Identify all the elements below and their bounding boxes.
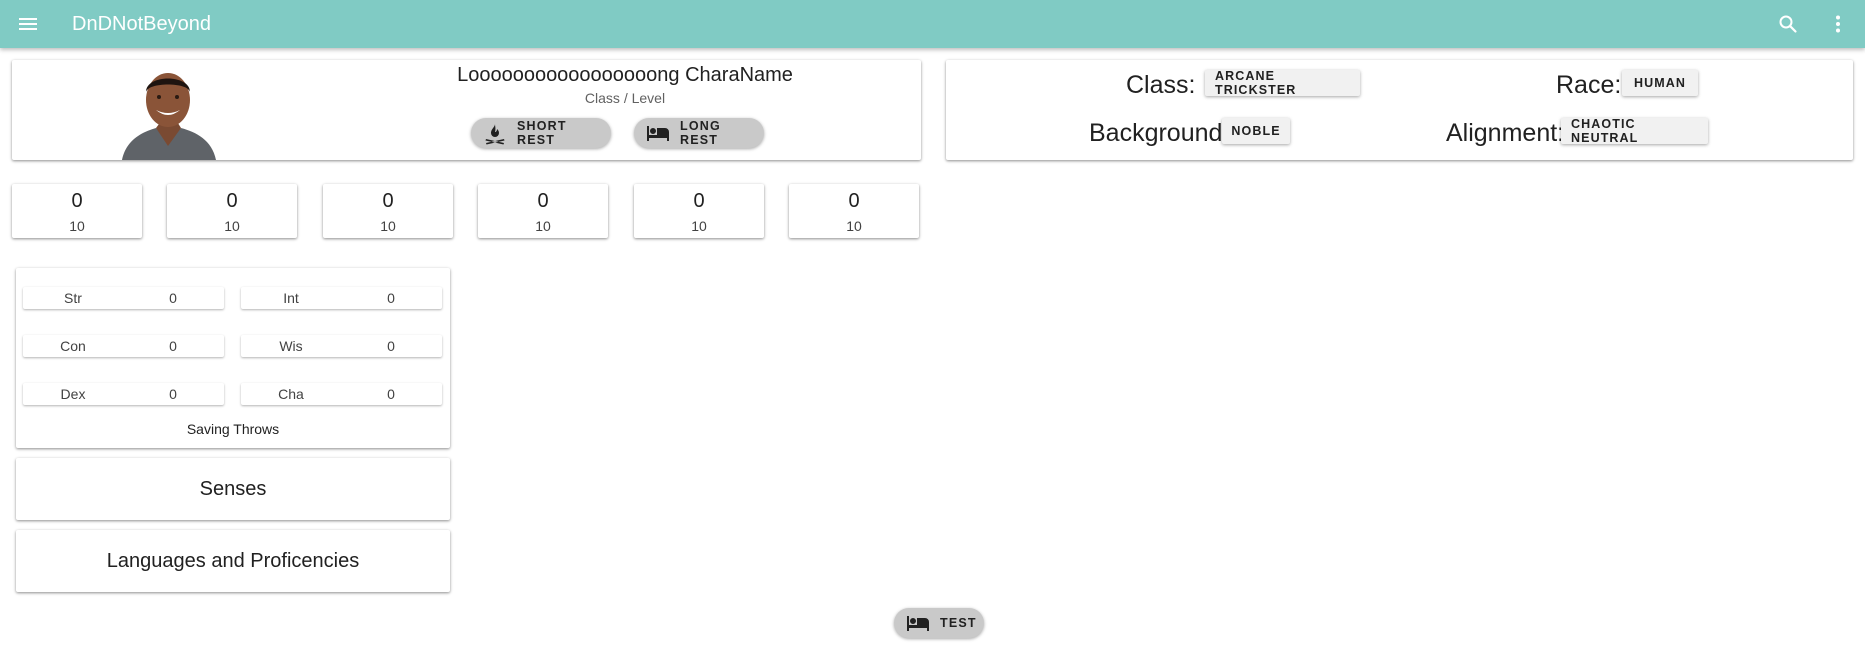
menu-icon[interactable] [16,12,40,36]
saving-throw-con[interactable]: Con 0 [23,335,224,357]
ability-card[interactable]: 0 10 [478,184,608,238]
app-title: DnDNotBeyond [72,13,211,35]
ability-card[interactable]: 0 10 [789,184,919,238]
ability-score: 10 [691,218,707,234]
saving-throw-wis[interactable]: Wis 0 [241,335,442,357]
saving-throw-value: 0 [387,338,395,354]
ability-score: 10 [224,218,240,234]
saving-throws-card: Str 0 Int 0 Con 0 Wis 0 Dex 0 Cha 0 Savi… [16,268,450,448]
languages-proficiencies-card[interactable]: Languages and Proficencies [16,530,450,592]
ability-score: 10 [846,218,862,234]
saving-throw-label: Str [64,290,82,306]
saving-throw-label: Cha [278,386,304,402]
saving-throw-value: 0 [169,386,177,402]
avatar [112,62,225,160]
ability-modifier: 0 [693,190,705,212]
senses-card[interactable]: Senses [16,458,450,520]
character-details-card: Class: ARCANE TRICKSTER Race: HUMAN Back… [946,60,1853,160]
saving-throw-label: Con [60,338,86,354]
short-rest-button[interactable]: SHORT REST [471,118,611,148]
bed-icon [907,616,929,631]
character-name: Looooooooooooooooong CharaName [457,64,793,86]
saving-throws-caption: Saving Throws [186,421,280,437]
ability-card[interactable]: 0 10 [167,184,297,238]
alignment-label: Alignment: [1446,119,1565,147]
background-button[interactable]: NOBLE [1222,118,1290,144]
ability-card[interactable]: 0 10 [634,184,764,238]
search-icon[interactable] [1776,12,1800,36]
ability-score: 10 [380,218,396,234]
ability-modifier: 0 [848,190,860,212]
saving-throw-dex[interactable]: Dex 0 [23,383,224,405]
background-label: Background: [1089,119,1230,147]
short-rest-label: SHORT REST [517,119,567,147]
ability-modifier: 0 [382,190,394,212]
long-rest-button[interactable]: LONG REST [634,118,764,148]
saving-throw-value: 0 [169,290,177,306]
ability-modifier: 0 [71,190,83,212]
character-class-level: Class / Level [584,90,666,106]
ability-score: 10 [535,218,551,234]
ability-card[interactable]: 0 10 [323,184,453,238]
long-rest-label: LONG REST [680,119,721,147]
saving-throw-value: 0 [387,290,395,306]
saving-throw-label: Wis [279,338,303,354]
saving-throw-int[interactable]: Int 0 [241,287,442,309]
more-vert-icon[interactable] [1826,12,1850,36]
ability-card[interactable]: 0 10 [12,184,142,238]
app-bar: DnDNotBeyond [0,0,1865,48]
race-button[interactable]: HUMAN [1622,70,1698,96]
class-button[interactable]: ARCANE TRICKSTER [1205,69,1360,97]
saving-throw-cha[interactable]: Cha 0 [241,383,442,405]
ability-modifier: 0 [537,190,549,212]
saving-throw-value: 0 [169,338,177,354]
campfire-icon [485,124,505,145]
ability-modifier: 0 [226,190,238,212]
bed-icon [647,126,669,141]
test-label: TEST [940,616,977,630]
test-button[interactable]: TEST [894,608,984,638]
class-label: Class: [1126,71,1196,99]
saving-throw-str[interactable]: Str 0 [23,287,224,309]
character-profile-card: Looooooooooooooooong CharaName Class / L… [12,60,921,160]
saving-throw-value: 0 [387,386,395,402]
ability-score: 10 [69,218,85,234]
race-label: Race: [1556,71,1622,99]
saving-throw-label: Dex [60,386,86,402]
alignment-button[interactable]: CHAOTIC NEUTRAL [1561,117,1708,145]
saving-throw-label: Int [283,290,299,306]
senses-title: Senses [199,478,267,500]
languages-proficiencies-title: Languages and Proficencies [106,550,360,572]
